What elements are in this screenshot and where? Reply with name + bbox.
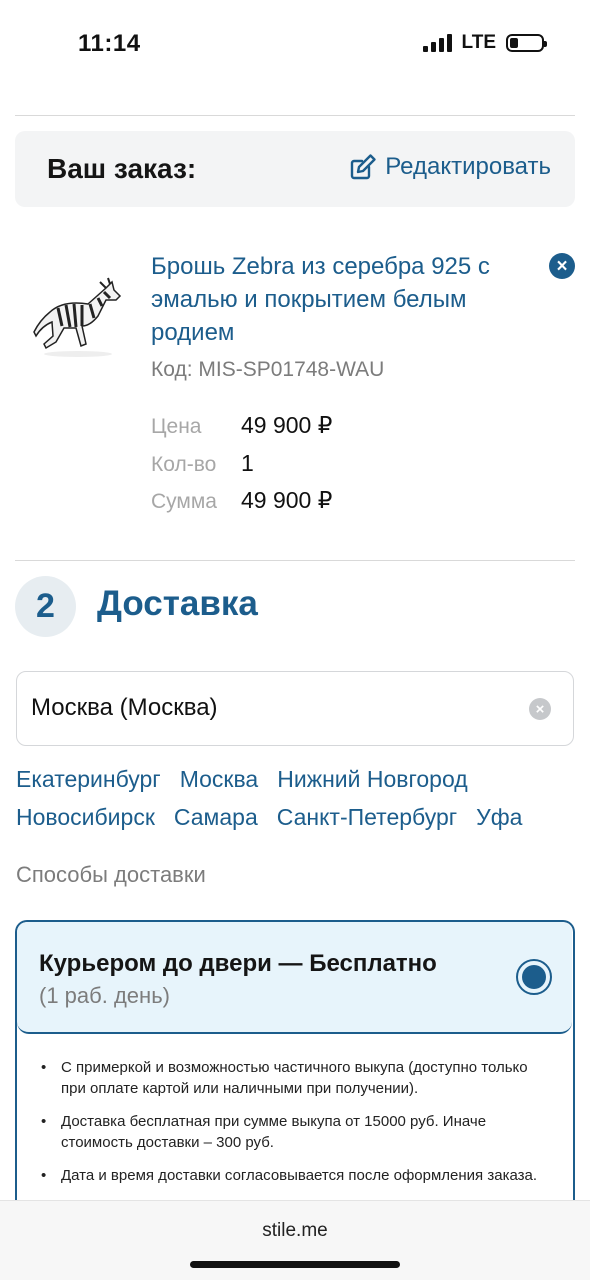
quantity-row: Кол-во 1 bbox=[151, 450, 254, 477]
product-image[interactable] bbox=[28, 270, 128, 360]
status-indicators: LTE bbox=[422, 32, 547, 54]
city-link[interactable]: Москва bbox=[180, 766, 259, 793]
price-row: Цена 49 900 ₽ bbox=[151, 412, 332, 439]
edit-order-link[interactable]: Редактировать bbox=[349, 153, 551, 181]
home-indicator[interactable] bbox=[190, 1261, 400, 1268]
city-link[interactable]: Екатеринбург bbox=[16, 766, 161, 793]
battery-icon bbox=[506, 34, 547, 52]
signal-icon bbox=[422, 34, 452, 52]
section-title: Доставка bbox=[97, 584, 258, 623]
option-radio[interactable] bbox=[516, 959, 552, 995]
city-suggestions: Екатеринбург Москва Нижний Новгород Ново… bbox=[16, 760, 576, 836]
network-type: LTE bbox=[461, 32, 496, 53]
city-input[interactable] bbox=[31, 672, 511, 744]
divider bbox=[15, 560, 575, 561]
remove-item-icon[interactable]: × bbox=[549, 253, 575, 279]
status-time: 11:14 bbox=[78, 30, 141, 57]
browser-address-bar[interactable]: stile.me bbox=[0, 1200, 590, 1280]
sum-label: Сумма bbox=[151, 490, 217, 513]
status-bar: 11:14 LTE bbox=[0, 0, 590, 90]
product-code: Код: MIS-SP01748-WAU bbox=[151, 358, 385, 381]
edit-icon bbox=[351, 154, 376, 180]
url-text: stile.me bbox=[262, 1220, 328, 1241]
divider bbox=[15, 115, 575, 116]
order-title: Ваш заказ: bbox=[47, 153, 197, 184]
detail-item: Дата и время доставки согласовывается по… bbox=[39, 1165, 549, 1186]
city-link[interactable]: Нижний Новгород bbox=[277, 766, 467, 793]
option-subtitle: (1 раб. день) bbox=[39, 983, 170, 1008]
delivery-methods-label: Способы доставки bbox=[16, 862, 206, 887]
sum-row: Сумма 49 900 ₽ bbox=[151, 487, 332, 514]
clear-icon[interactable]: × bbox=[529, 698, 551, 720]
city-link[interactable]: Самара bbox=[174, 804, 258, 831]
delivery-method-card: Курьером до двери — Бесплатно (1 раб. де… bbox=[15, 920, 575, 1220]
option-title: Курьером до двери — Бесплатно bbox=[39, 950, 437, 977]
courier-option[interactable]: Курьером до двери — Бесплатно (1 раб. де… bbox=[17, 922, 572, 1034]
product-name-link[interactable]: Брошь Zebra из серебра 925 с эмалью и по… bbox=[151, 250, 531, 349]
edit-label: Редактировать bbox=[385, 153, 551, 180]
detail-item: Доставка бесплатная при сумме выкупа от … bbox=[39, 1111, 549, 1153]
city-link[interactable]: Санкт-Петербург bbox=[277, 804, 457, 831]
quantity-label: Кол-во bbox=[151, 453, 217, 476]
city-link[interactable]: Уфа bbox=[476, 804, 522, 831]
step-number: 2 bbox=[15, 576, 76, 637]
price-label: Цена bbox=[151, 415, 202, 438]
detail-item: С примеркой и возможностью частичного вы… bbox=[39, 1057, 549, 1099]
option-details: С примеркой и возможностью частичного вы… bbox=[39, 1057, 549, 1198]
price-value: 49 900 ₽ bbox=[241, 412, 333, 438]
order-header: Ваш заказ: Редактировать bbox=[15, 131, 575, 207]
sum-value: 49 900 ₽ bbox=[241, 487, 333, 513]
city-link[interactable]: Новосибирск bbox=[16, 804, 155, 831]
quantity-value: 1 bbox=[241, 450, 254, 476]
city-field[interactable]: × bbox=[16, 671, 574, 746]
